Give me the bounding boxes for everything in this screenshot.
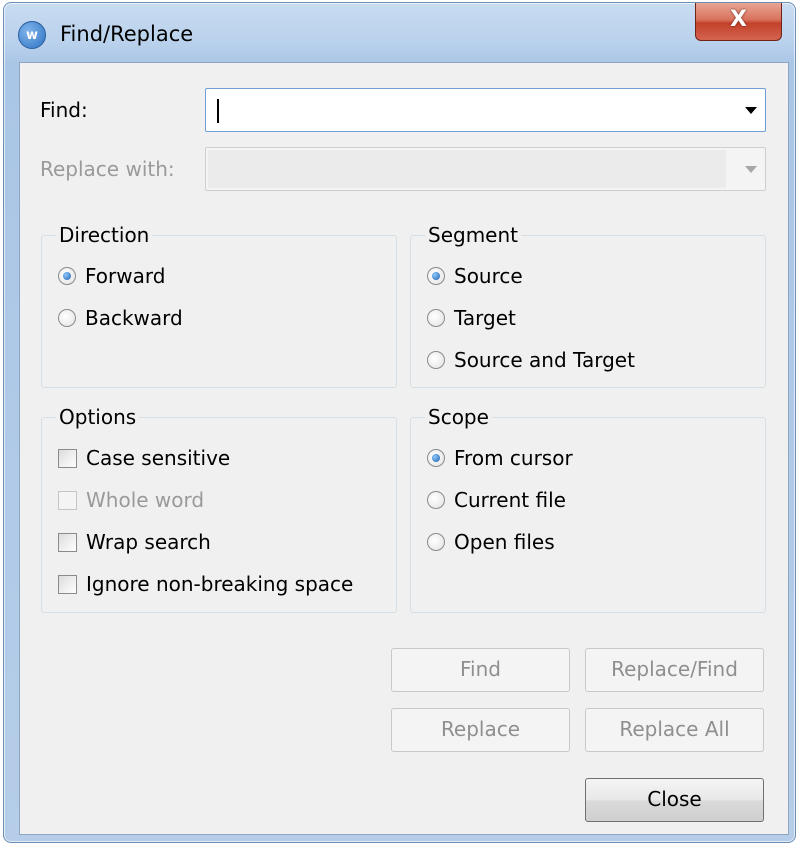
checkbox-label: Case sensitive [86, 446, 231, 470]
title-bar[interactable]: w Find/Replace X [4, 3, 795, 59]
find-button[interactable]: Find [391, 648, 570, 692]
radio-selected-icon[interactable] [427, 449, 445, 467]
radio-label: Forward [85, 264, 166, 288]
direction-group: Direction Forward Backward [41, 223, 397, 388]
chevron-down-icon[interactable] [745, 107, 757, 114]
radio-label: Source and Target [454, 348, 635, 372]
find-label: Find: [40, 98, 88, 122]
segment-group-title: Segment [425, 223, 521, 247]
dialog-body: Find: Replace with: Direction Forward Ba… [19, 62, 789, 835]
chevron-down-icon [745, 166, 757, 173]
radio-label: From cursor [454, 446, 573, 470]
checkbox-icon[interactable] [58, 574, 77, 594]
checkbox-label: Ignore non-breaking space [86, 572, 354, 596]
radio-icon[interactable] [58, 309, 76, 327]
radio-label: Target [454, 306, 516, 330]
whole-word-checkbox: Whole word [58, 487, 204, 513]
replace-button[interactable]: Replace [391, 708, 570, 752]
scope-group-title: Scope [425, 405, 492, 429]
find-combo[interactable] [205, 88, 766, 132]
ignore-nbsp-checkbox[interactable]: Ignore non-breaking space [58, 571, 353, 597]
app-logo-icon: w [18, 21, 46, 49]
scope-from-cursor-radio[interactable]: From cursor [427, 445, 573, 471]
radio-selected-icon[interactable] [427, 267, 445, 285]
radio-label: Backward [85, 306, 183, 330]
close-icon: X [730, 7, 747, 32]
replace-find-button[interactable]: Replace/Find [585, 648, 764, 692]
window-title: Find/Replace [60, 22, 194, 46]
case-sensitive-checkbox[interactable]: Case sensitive [58, 445, 230, 471]
direction-backward-radio[interactable]: Backward [58, 305, 183, 331]
options-group-title: Options [56, 405, 140, 429]
radio-icon[interactable] [427, 351, 445, 369]
radio-selected-icon[interactable] [58, 267, 76, 285]
radio-label: Current file [454, 488, 566, 512]
radio-icon[interactable] [427, 491, 445, 509]
replace-with-label: Replace with: [40, 157, 175, 181]
direction-group-title: Direction [56, 223, 153, 247]
scope-group: Scope From cursor Current file Open file… [410, 405, 766, 613]
checkbox-label: Whole word [86, 488, 205, 512]
scope-current-file-radio[interactable]: Current file [427, 487, 566, 513]
replace-with-combo [205, 147, 766, 191]
segment-target-radio[interactable]: Target [427, 305, 516, 331]
radio-label: Source [454, 264, 523, 288]
options-group: Options Case sensitive Whole word Wrap s… [41, 405, 397, 613]
wrap-search-checkbox[interactable]: Wrap search [58, 529, 211, 555]
replace-with-input [208, 150, 726, 188]
window-close-button[interactable]: X [695, 3, 782, 41]
checkbox-icon[interactable] [58, 532, 77, 552]
radio-icon[interactable] [427, 533, 445, 551]
segment-source-radio[interactable]: Source [427, 263, 523, 289]
text-cursor [217, 99, 219, 123]
radio-icon[interactable] [427, 309, 445, 327]
direction-forward-radio[interactable]: Forward [58, 263, 165, 289]
replace-all-button[interactable]: Replace All [585, 708, 764, 752]
radio-label: Open files [454, 530, 555, 554]
checkbox-icon [58, 490, 77, 510]
close-button[interactable]: Close [585, 778, 764, 822]
find-replace-dialog: w Find/Replace X Find: Replace with: Dir… [3, 2, 796, 843]
segment-group: Segment Source Target Source and Target [410, 223, 766, 388]
segment-source-and-target-radio[interactable]: Source and Target [427, 347, 635, 373]
scope-open-files-radio[interactable]: Open files [427, 529, 555, 555]
checkbox-label: Wrap search [86, 530, 211, 554]
checkbox-icon[interactable] [58, 448, 77, 468]
